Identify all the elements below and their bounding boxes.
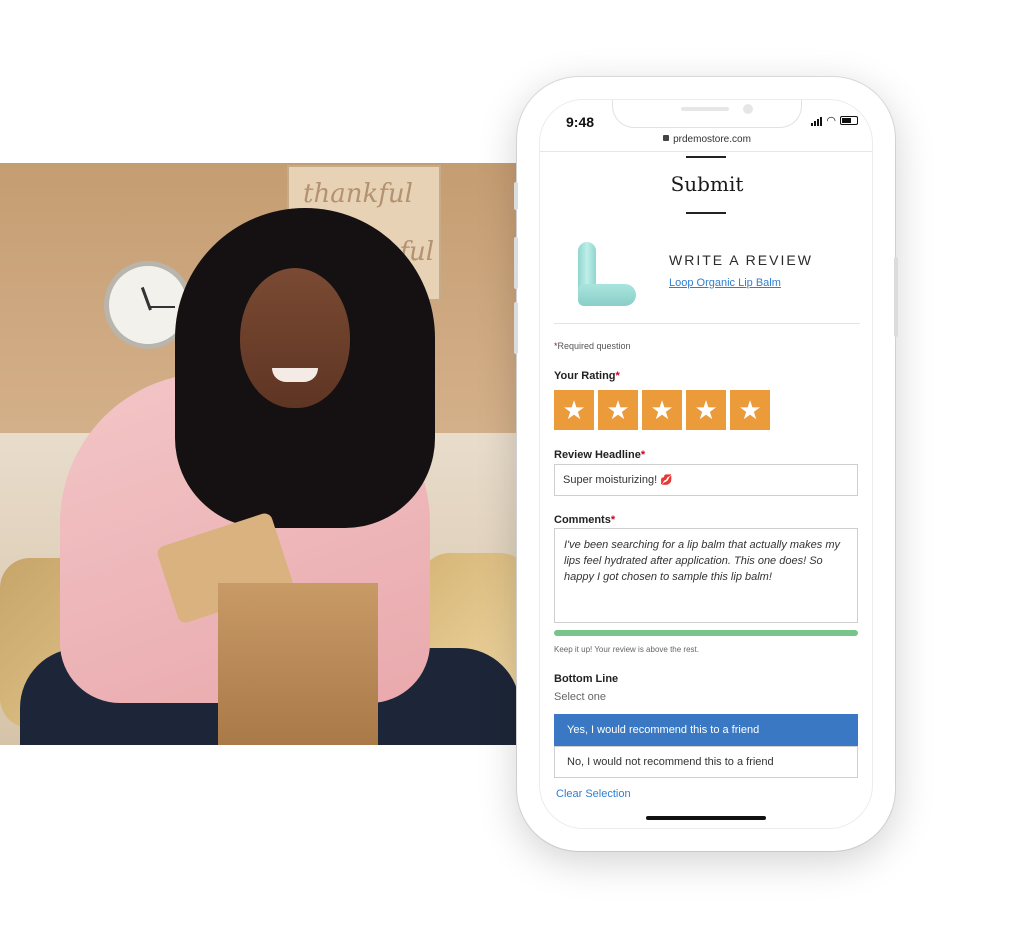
required-note: *Required question [554,341,631,351]
review-form: Submit WRITE A REVIEW Loop Organic Lip B… [540,152,872,828]
review-quality-bar [554,630,858,636]
phone-mute-switch [514,182,518,210]
star-rating[interactable]: ★ ★ ★ ★ ★ [554,390,770,430]
phone-volume-up [514,237,518,289]
photo-face [240,268,350,408]
phone-notch [612,100,802,128]
phone-power-button [894,257,898,337]
title-rule-top [686,156,726,158]
lifestyle-photo: thankful grateful [0,163,520,745]
bottom-line-label: Bottom Line [554,673,619,685]
wifi-icon: ◠ [826,115,836,127]
product-link[interactable]: Loop Organic Lip Balm [669,277,781,289]
clear-selection-link[interactable]: Clear Selection [556,788,631,800]
recommend-yes-option[interactable]: Yes, I would recommend this to a friend [554,714,858,746]
product-image [570,242,640,308]
signal-icon [811,116,823,126]
lips-emoji: 💋 [660,475,673,486]
rating-label: Your Rating* [554,370,620,382]
title-rule-bottom [686,212,726,214]
comments-textarea[interactable]: I've been searching for a lip balm that … [554,528,858,623]
battery-icon [840,116,858,125]
front-camera [743,104,753,114]
star-2[interactable]: ★ [598,390,638,430]
page-title: Submit [670,172,744,196]
status-icons: ◠ [811,114,858,127]
url-bar[interactable]: prdemostore.com [540,134,872,145]
url-text: prdemostore.com [673,134,751,145]
star-1[interactable]: ★ [554,390,594,430]
review-quality-hint: Keep it up! Your review is above the res… [554,645,699,654]
comments-label: Comments* [554,514,616,526]
write-review-heading: WRITE A REVIEW [669,252,813,268]
section-divider [554,323,860,324]
star-4[interactable]: ★ [686,390,726,430]
lock-icon [663,135,670,142]
phone-mockup: 9:48 ◠ prdemostore.com Submit WRITE A RE… [514,77,898,851]
home-indicator[interactable] [646,816,766,820]
headline-input[interactable]: Super moisturizing! 💋 [554,464,858,496]
recommend-no-option[interactable]: No, I would not recommend this to a frie… [554,746,858,778]
status-bar: 9:48 ◠ [540,100,872,134]
photo-smile [272,368,318,382]
review-quality-fill [554,630,858,636]
status-time: 9:48 [566,114,595,130]
star-5[interactable]: ★ [730,390,770,430]
cardboard-box [218,583,378,745]
star-3[interactable]: ★ [642,390,682,430]
phone-volume-down [514,302,518,354]
headline-label: Review Headline* [554,449,646,461]
bottom-line-sub: Select one [554,691,606,703]
speaker-grille [681,107,729,111]
phone-screen: 9:48 ◠ prdemostore.com Submit WRITE A RE… [539,99,873,829]
